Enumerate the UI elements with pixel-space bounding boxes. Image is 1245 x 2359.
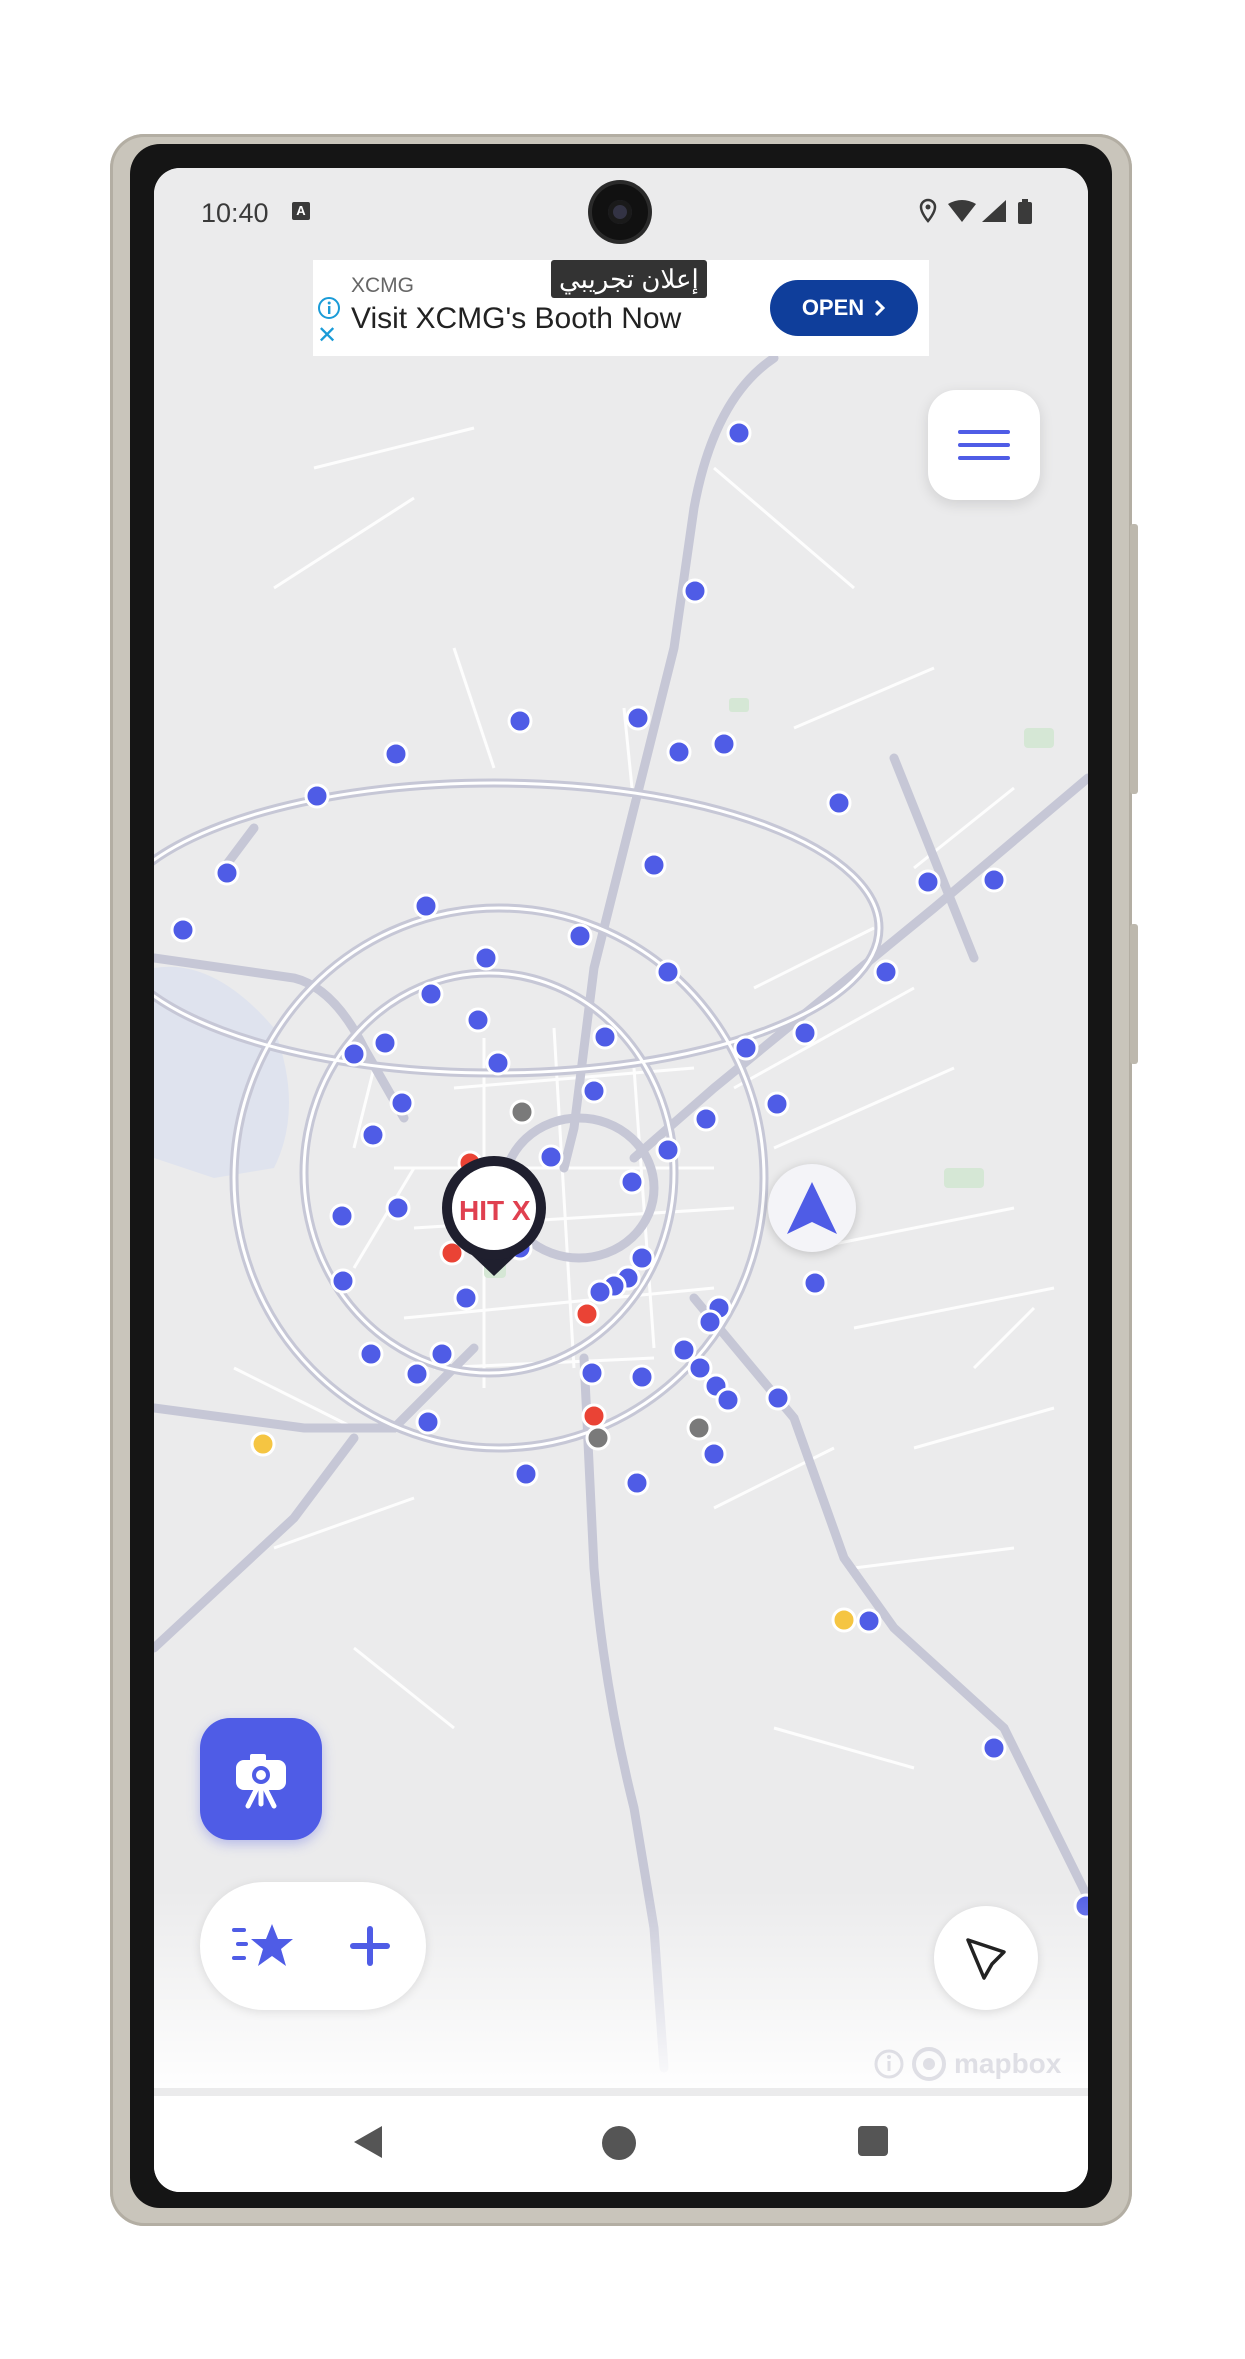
battery-icon <box>1018 199 1032 224</box>
plus-icon <box>349 1926 390 1966</box>
ad-headline[interactable]: Visit XCMG's Booth Now <box>351 302 681 336</box>
ad-open-label: OPEN <box>801 295 865 320</box>
recenter-location-button[interactable] <box>768 1164 856 1252</box>
ad-advertiser: XCMG <box>351 274 414 297</box>
mapbox-attribution[interactable]: mapbox <box>874 2046 1084 2082</box>
signal-icon <box>982 200 1006 222</box>
bottom-action-pill <box>200 1882 426 2010</box>
location-icon <box>919 198 937 223</box>
mapbox-wordmark: mapbox <box>954 2048 1062 2079</box>
power-button <box>1130 924 1138 1064</box>
home-icon[interactable] <box>600 2124 638 2162</box>
status-bar: 10:40 A <box>154 168 1088 260</box>
back-icon[interactable] <box>350 2124 386 2160</box>
system-navigation-bar <box>154 2096 1088 2192</box>
ad-open-button[interactable]: OPEN <box>770 280 918 336</box>
volume-button <box>1130 524 1138 794</box>
ad-badge: إعلان تجريبي <box>551 260 707 298</box>
phone-screen: HIT X 10:40 A إعلان تجريبي ✕ XCMG Visit … <box>154 168 1088 2192</box>
menu-button[interactable] <box>928 390 1040 500</box>
wifi-icon <box>948 200 976 222</box>
favorites-button[interactable] <box>206 1882 319 2010</box>
speed-camera-icon <box>236 1754 286 1809</box>
ad-info-icon[interactable] <box>317 296 341 320</box>
route-pointer-icon <box>966 1938 1006 1980</box>
ad-close-icon[interactable]: ✕ <box>317 324 337 348</box>
status-time: 10:40 <box>201 198 269 228</box>
notification-a-icon: A <box>292 202 310 220</box>
star-list-icon <box>231 1924 293 1966</box>
marker-label: HIT X <box>459 1195 531 1226</box>
info-icon <box>874 2049 904 2079</box>
mapbox-logo-icon <box>912 2047 946 2081</box>
front-camera <box>592 184 648 240</box>
hamburger-icon <box>958 430 1010 460</box>
recents-icon[interactable] <box>856 2124 890 2158</box>
add-button[interactable] <box>313 1882 426 2010</box>
navigation-arrow-icon <box>787 1182 837 1234</box>
route-button[interactable] <box>934 1906 1038 2010</box>
status-icons <box>919 198 1032 224</box>
speed-camera-button[interactable] <box>200 1718 322 1840</box>
chevron-right-icon <box>875 299 886 317</box>
ad-banner[interactable]: إعلان تجريبي ✕ XCMG Visit XCMG's Booth N… <box>313 260 929 356</box>
